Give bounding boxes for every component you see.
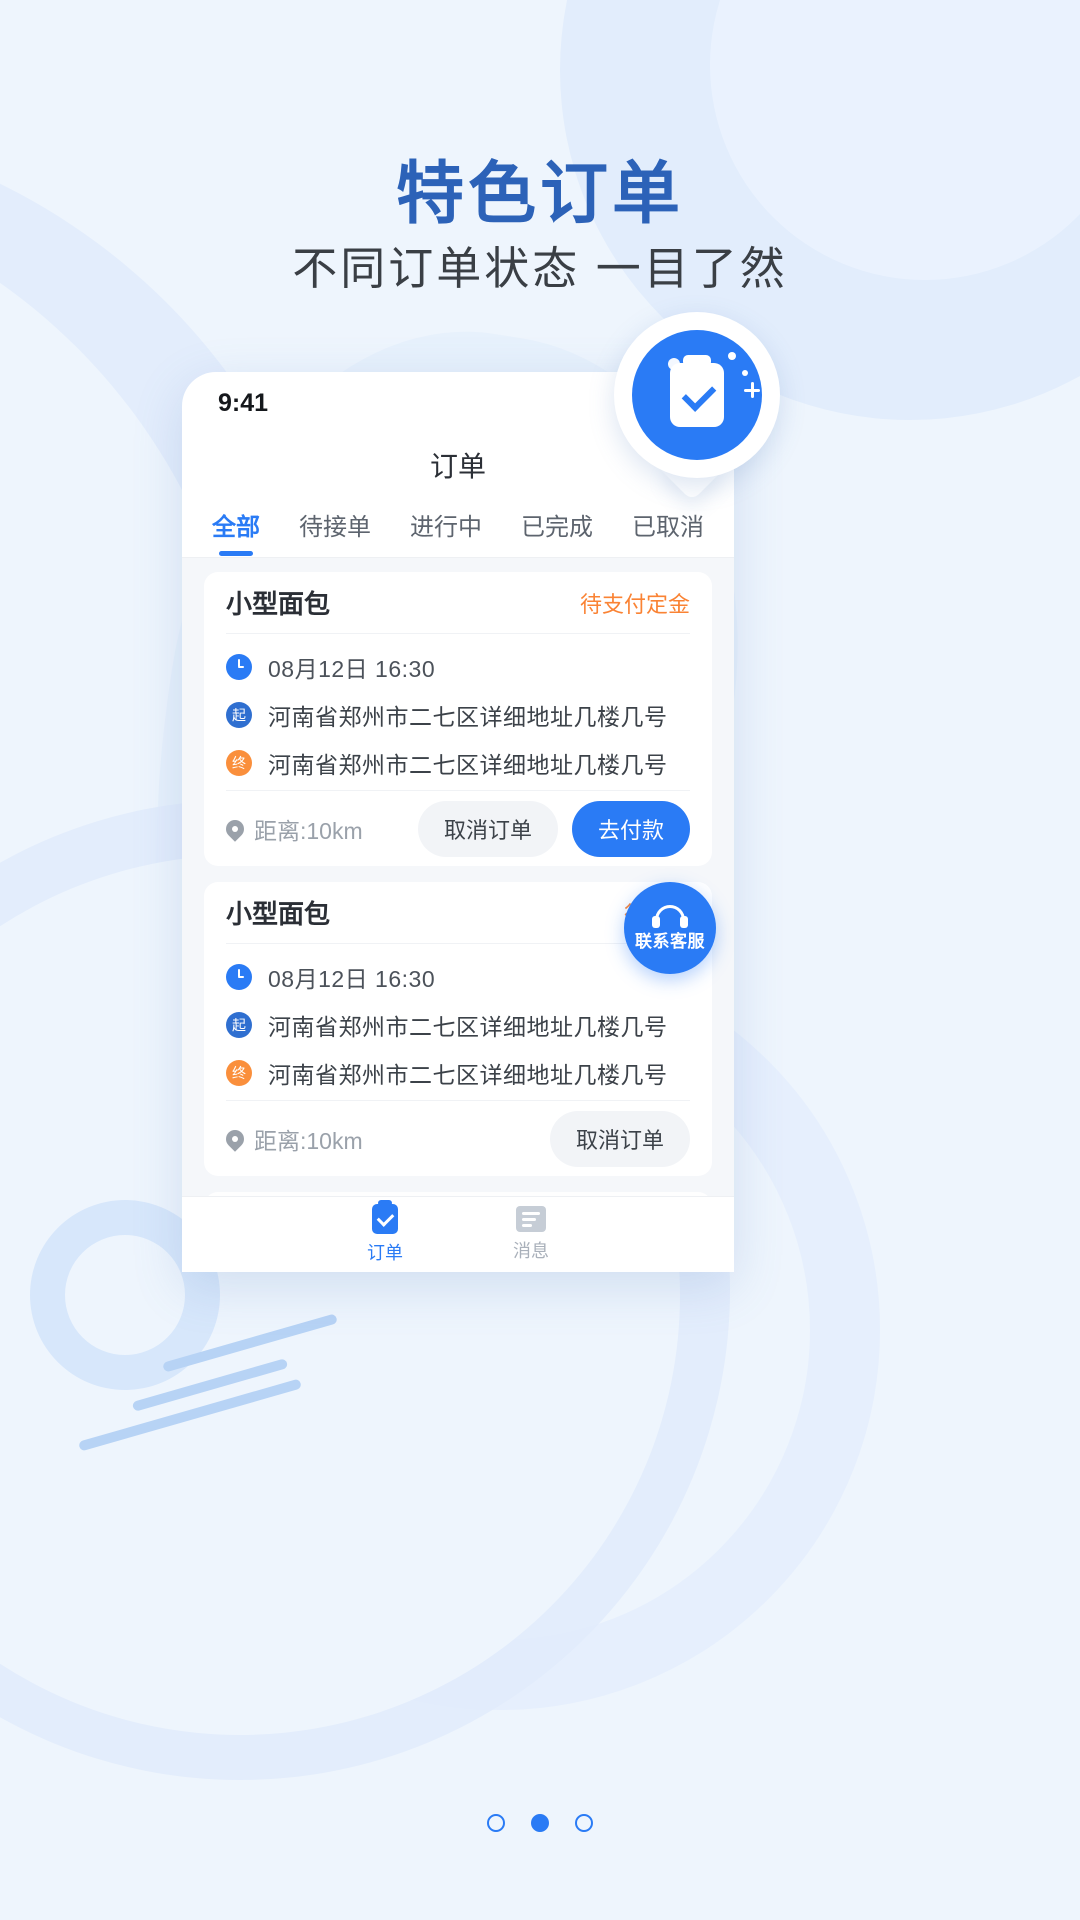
order-distance: 距离:10km: [222, 1122, 363, 1156]
order-distance: 距离:10km: [222, 812, 363, 846]
order-actions: 取消订单 去付款: [417, 800, 690, 857]
pagination-dot-2[interactable]: [531, 1814, 549, 1832]
bg-circle-inner: [65, 1235, 185, 1355]
order-start-address: 河南省郑州市二七区详细地址几楼几号: [268, 1014, 668, 1040]
order-time-row: 08月12日 16:30: [226, 650, 690, 684]
order-start-row: 起 河南省郑州市二七区详细地址几楼几号: [226, 1008, 690, 1042]
order-end-address: 河南省郑州市二七区详细地址几楼几号: [268, 752, 668, 778]
headset-icon: [652, 904, 688, 928]
start-point-icon: 起: [226, 702, 252, 728]
sparkle-icon-3: [742, 370, 748, 376]
order-card-header: 小型面包 待支付定金: [226, 572, 690, 634]
start-point-icon: 起: [226, 1012, 252, 1038]
tab-pending[interactable]: 待接单: [299, 507, 371, 546]
bottom-nav-messages[interactable]: 消息: [513, 1206, 549, 1263]
sparkle-icon-2: [728, 352, 736, 360]
order-distance-text: 距离:10km: [254, 817, 363, 844]
bottom-nav-orders[interactable]: 订单: [367, 1200, 403, 1265]
plus-icon: [744, 382, 760, 398]
status-bar-time: 9:41: [218, 388, 269, 417]
clock-icon: [226, 654, 252, 680]
order-end-row: 终 河南省郑州市二七区详细地址几楼几号: [226, 746, 690, 780]
order-time-row: 08月12日 16:30: [226, 960, 690, 994]
order-distance-text: 距离:10km: [254, 1127, 363, 1154]
order-card-footer: 距离:10km 取消订单: [222, 1100, 690, 1176]
order-title: 小型面包: [226, 899, 331, 929]
contact-service-label: 联系客服: [635, 931, 705, 951]
order-title: 小型面包: [226, 589, 331, 619]
bottom-navigation: 订单 消息: [182, 1196, 734, 1272]
bottom-nav-orders-label: 订单: [367, 1243, 403, 1263]
pagination-dot-3[interactable]: [575, 1814, 593, 1832]
end-point-icon: 终: [226, 750, 252, 776]
order-card-footer: 距离:10km 取消订单 去付款: [222, 790, 690, 866]
pay-order-button[interactable]: 去付款: [571, 800, 690, 857]
order-start-row: 起 河南省郑州市二七区详细地址几楼几号: [226, 698, 690, 732]
location-pin-icon: [222, 1125, 248, 1152]
order-time: 08月12日 16:30: [268, 966, 436, 992]
order-start-address: 河南省郑州市二七区详细地址几楼几号: [268, 704, 668, 730]
tab-ongoing[interactable]: 进行中: [410, 507, 482, 546]
tab-cancelled[interactable]: 已取消: [632, 507, 704, 546]
pagination-dots: [0, 1814, 1080, 1832]
feature-badge: [614, 312, 780, 502]
clock-icon: [226, 964, 252, 990]
order-end-row: 终 河南省郑州市二七区详细地址几楼几号: [226, 1056, 690, 1090]
tab-completed[interactable]: 已完成: [521, 507, 593, 546]
end-point-icon: 终: [226, 1060, 252, 1086]
order-end-address: 河南省郑州市二七区详细地址几楼几号: [268, 1062, 668, 1088]
pagination-dot-1[interactable]: [487, 1814, 505, 1832]
order-actions: 取消订单: [549, 1110, 690, 1167]
clipboard-check-icon: [632, 330, 762, 460]
message-icon: [516, 1206, 546, 1232]
order-card-header: 小型面包 待接单: [226, 882, 690, 944]
order-tabs: 全部 待接单 进行中 已完成 已取消: [182, 496, 734, 558]
order-detail-rows: 08月12日 16:30 起 河南省郑州市二七区详细地址几楼几号 终 河南省郑州…: [226, 634, 690, 790]
tab-all[interactable]: 全部: [212, 507, 260, 546]
order-detail-rows: 08月12日 16:30 起 河南省郑州市二七区详细地址几楼几号 终 河南省郑州…: [226, 944, 690, 1100]
page-title: 特色订单: [395, 156, 684, 232]
contact-service-button[interactable]: 联系客服: [624, 882, 716, 974]
page-subtitle: 不同订单状态 一目了然: [292, 243, 788, 294]
clipboard-icon: [372, 1200, 398, 1234]
order-status-badge: 待支付定金: [579, 591, 690, 617]
bottom-nav-messages-label: 消息: [513, 1241, 549, 1261]
clipboard-glyph: [670, 355, 724, 427]
location-pin-icon: [222, 815, 248, 842]
phone-mockup: 9:41 订单 全部 待接单 进行中 已完成 已取消 小型面包 待支付定金 08…: [182, 372, 734, 1272]
order-time: 08月12日 16:30: [268, 656, 436, 682]
cancel-order-button[interactable]: 取消订单: [417, 800, 558, 857]
cancel-order-button[interactable]: 取消订单: [549, 1110, 690, 1167]
navbar-title: 订单: [429, 451, 486, 482]
order-card[interactable]: 小型面包 待支付定金 08月12日 16:30 起 河南省郑州市二七区详细地址几…: [204, 572, 712, 866]
